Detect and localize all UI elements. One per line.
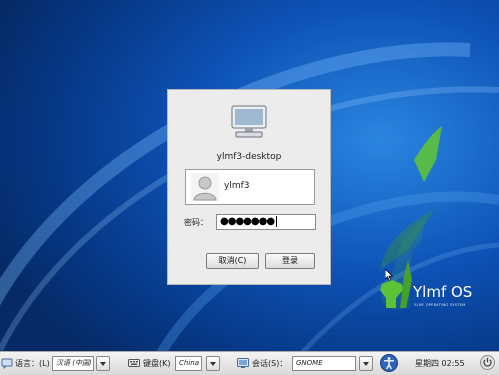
text-caret	[276, 215, 278, 227]
chevron-down-icon[interactable]	[96, 356, 110, 371]
clock: 星期四 02:55	[415, 359, 465, 368]
login-button[interactable]: 登录	[265, 253, 315, 269]
hostname: ylmf3-desktop	[216, 152, 282, 162]
language-label: 语言：(L)	[15, 359, 50, 368]
cancel-button[interactable]: 取消(C)	[206, 253, 259, 269]
chevron-down-icon[interactable]	[206, 356, 220, 371]
keyboard-icon	[128, 359, 140, 367]
password-label: 密码：	[184, 218, 208, 227]
computer-icon	[231, 105, 267, 138]
language-select[interactable]: 汉语 (中国)	[52, 356, 94, 371]
brand-tagline: YLMF OPERATING SYSTEM	[414, 303, 466, 307]
bottom-bar: 语言：(L) 汉语 (中国) 键盘(K) China 会话(S)： GNOME …	[0, 351, 499, 375]
user-avatar-icon	[191, 173, 219, 201]
power-icon[interactable]	[480, 355, 495, 370]
session-select[interactable]: GNOME	[292, 356, 356, 371]
login-panel: ylmf3-desktop ylmf3 密码： ●●●●●●● 取消(C) 登录	[167, 89, 331, 285]
keyboard-select[interactable]: China	[175, 356, 202, 371]
password-mask: ●●●●●●●	[220, 216, 275, 227]
language-icon	[1, 358, 13, 369]
session-label: 会话(S)：	[252, 359, 288, 368]
user-entry[interactable]: ylmf3	[185, 169, 315, 205]
password-field[interactable]: ●●●●●●●	[216, 214, 316, 230]
session-icon	[237, 358, 249, 368]
chevron-down-icon[interactable]	[359, 356, 373, 371]
username-label: ylmf3	[224, 181, 250, 191]
accessibility-icon[interactable]	[380, 354, 398, 372]
brand-name: Ylmf OS	[413, 283, 473, 301]
keyboard-label: 键盘(K)	[143, 359, 171, 368]
